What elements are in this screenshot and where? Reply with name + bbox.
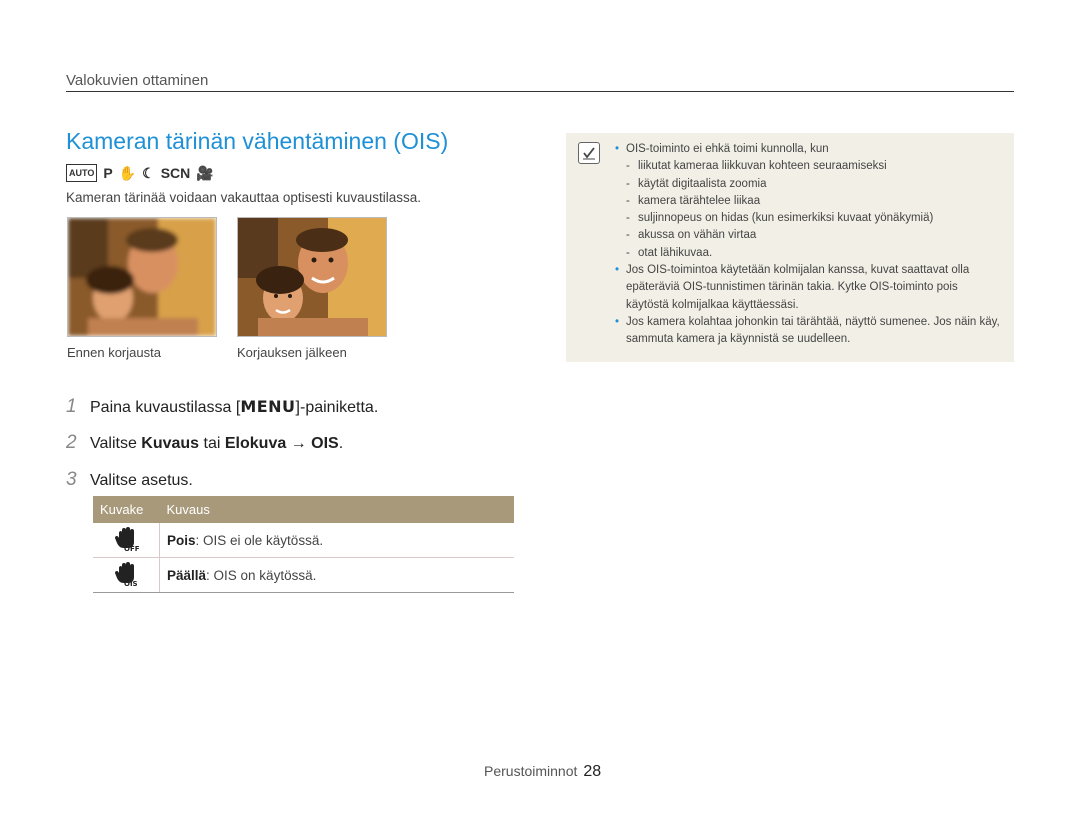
ois-on-icon: OIS	[93, 557, 160, 593]
table-row: OFF Pois: OIS ei ole käytössä.	[93, 523, 514, 558]
night-mode-icon: ☾	[142, 165, 155, 181]
step-text: .	[338, 435, 344, 452]
table-row: OIS Päällä: OIS on käytössä.	[93, 557, 514, 593]
step-number: 1	[66, 396, 77, 417]
menu-ois: OIS	[311, 435, 339, 452]
step-2: 2 Valitse Kuvaus tai Elokuva → OIS.	[66, 432, 343, 454]
step-1: 1 Paina kuvaustilassa [MENU]-painiketta.	[66, 396, 378, 418]
note-dash-item: akussa on vähän virtaa	[618, 227, 1003, 245]
note-dash-item: kamera tärähtelee liikaa	[618, 193, 1003, 211]
note-bullet: Jos kamera kolahtaa johonkin tai tärähtä…	[615, 314, 1003, 349]
step-number: 3	[66, 469, 77, 490]
mode-icons: AUTO P ✋ ☾ SCN 🎥	[66, 164, 214, 182]
footer-label: Perustoiminnot	[484, 763, 578, 779]
page-number: 28	[583, 763, 602, 780]
note-dash-item: käytät digitaalista zoomia	[618, 176, 1003, 194]
movie-mode-icon: 🎥	[196, 165, 214, 181]
note-list: OIS-toiminto ei ehkä toimi kunnolla, kun…	[615, 141, 1003, 349]
step-text: ]-painiketta.	[295, 399, 379, 416]
step-text: Paina kuvaustilassa [	[90, 399, 241, 416]
step-text: Valitse asetus.	[90, 472, 193, 489]
page-title: Kameran tärinän vähentäminen (OIS)	[66, 128, 449, 154]
table-header-row: Kuvake Kuvaus	[93, 496, 514, 523]
svg-text:OFF: OFF	[124, 545, 139, 552]
menu-kuvaus: Kuvaus	[141, 435, 200, 452]
auto-mode-icon: AUTO	[66, 164, 98, 182]
note-box: OIS-toiminto ei ehkä toimi kunnolla, kun…	[566, 133, 1014, 362]
svg-text:OIS: OIS	[124, 580, 138, 587]
menu-elokuva: Elokuva	[224, 435, 287, 452]
col-desc-header: Kuvaus	[159, 496, 514, 523]
note-icon	[578, 142, 600, 164]
dual-is-mode-icon: ✋	[118, 165, 137, 181]
intro-text: Kameran tärinää voidaan vakauttaa optise…	[66, 190, 421, 205]
photo-after	[237, 217, 387, 337]
note-dash-item: otat lähikuvaa.	[618, 245, 1003, 263]
menu-key: MENU	[240, 397, 296, 416]
step-number: 2	[66, 432, 77, 453]
section-header: Valokuvien ottaminen	[66, 72, 209, 89]
photo-after-caption: Korjauksen jälkeen	[237, 345, 347, 360]
option-pois: Pois: OIS ei ole käytössä.	[159, 523, 514, 558]
options-table: Kuvake Kuvaus OFF Pois: OIS ei ole käytö…	[93, 496, 514, 593]
step-text: tai	[199, 435, 225, 452]
ois-off-icon: OFF	[93, 523, 160, 558]
note-bullet: OIS-toiminto ei ehkä toimi kunnolla, kun	[615, 141, 1003, 159]
program-mode-icon: P	[103, 165, 113, 181]
col-icon-header: Kuvake	[93, 496, 160, 523]
scene-mode-icon: SCN	[160, 165, 191, 181]
note-dash-item: suljinnopeus on hidas (kun esimerkiksi k…	[618, 210, 1003, 228]
option-paalla: Päällä: OIS on käytössä.	[159, 557, 514, 593]
note-bullet: Jos OIS-toimintoa käytetään kolmijalan k…	[615, 262, 1003, 314]
arrow-icon: →	[286, 435, 312, 452]
page-footer: Perustoiminnot 28	[484, 763, 601, 781]
photo-before-caption: Ennen korjausta	[67, 345, 161, 360]
note-dash-item: liikutat kameraa liikkuvan kohteen seura…	[618, 158, 1003, 176]
photo-before	[67, 217, 217, 337]
header-rule	[66, 91, 1014, 92]
step-3: 3 Valitse asetus.	[66, 469, 193, 491]
step-text: Valitse	[90, 435, 142, 452]
